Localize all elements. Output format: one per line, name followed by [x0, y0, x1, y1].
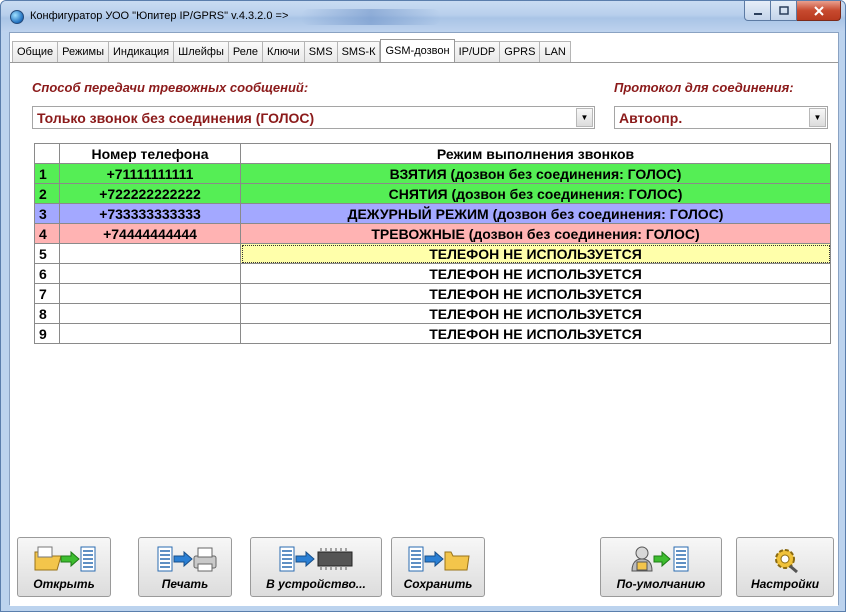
client-area: Общие Режимы Индикация Шлейфы Реле Ключи SMS SM…: [9, 32, 839, 606]
table-row[interactable]: 2 +722222222222 СНЯТИЯ (дозвон без соедине…: [34, 183, 831, 204]
call-mode-cell[interactable]: ТЕЛЕФОН НЕ ИСПОЛЬЗУЕТСЯ: [240, 283, 831, 304]
print-button[interactable]: Печать: [138, 537, 232, 597]
save-file-icon: [408, 546, 470, 572]
row-number-cell[interactable]: 8: [34, 303, 60, 324]
button-panel: Открыть Печать В устройство... Сохранить…: [10, 529, 838, 606]
tab-2[interactable]: Режимы: [58, 41, 109, 62]
maximize-icon: [778, 5, 789, 15]
window-title: Конфигуратор УОО "Юпитер IP/GPRS" v.4.3.…: [30, 10, 289, 22]
row-number-cell[interactable]: 7: [34, 283, 60, 304]
tab-5[interactable]: Реле: [228, 41, 263, 62]
method-select[interactable]: Только звонок без соединения (ГОЛОС) ▼: [32, 106, 595, 129]
phone-number-cell[interactable]: +733333333333: [59, 203, 241, 224]
protocol-label: Протокол для соединения:: [614, 80, 794, 95]
table-row[interactable]: 6 ТЕЛЕФОН НЕ ИСПОЛЬЗУЕТСЯ: [34, 263, 831, 284]
app-icon: [10, 10, 24, 24]
open-button-label: Открыть: [33, 577, 95, 591]
window-controls: [744, 1, 841, 21]
protocol-select-value: Автоопр.: [619, 110, 683, 126]
row-number-cell[interactable]: 1: [34, 163, 60, 184]
restore-defaults-icon: [631, 546, 689, 572]
save-button-label: Сохранить: [403, 577, 473, 591]
call-mode-cell[interactable]: ДЕЖУРНЫЙ РЕЖИМ (дозвон без соединения: Г…: [240, 203, 831, 224]
settings-button-label: Настройки: [750, 577, 820, 591]
phone-number-cell[interactable]: [59, 243, 241, 264]
header-num: [34, 143, 60, 164]
print-button-label: Печать: [161, 577, 209, 591]
open-file-icon: [34, 546, 96, 572]
call-mode-cell[interactable]: ТЕЛЕФОН НЕ ИСПОЛЬЗУЕТСЯ: [240, 323, 831, 344]
open-button[interactable]: Открыть: [17, 537, 111, 597]
title-glow: [301, 9, 441, 25]
row-number-cell[interactable]: 4: [34, 223, 60, 244]
app-window: Конфигуратор УОО "Юпитер IP/GPRS" v.4.3.…: [0, 0, 846, 612]
table-row[interactable]: 4 +74444444444 ТРЕВОЖНЫЕ (дозвон без соеди…: [34, 223, 831, 244]
write-to-device-icon: [279, 546, 353, 572]
tab-9[interactable]: GSM-дозвон: [380, 39, 455, 62]
table-header-row: Номер телефона Режим выполнения звонков: [34, 143, 831, 164]
tab-8[interactable]: SMS-К: [337, 41, 381, 62]
header-phone: Номер телефона: [59, 143, 241, 164]
row-number-cell[interactable]: 3: [34, 203, 60, 224]
tab-7[interactable]: SMS: [304, 41, 338, 62]
table-row[interactable]: 9 ТЕЛЕФОН НЕ ИСПОЛЬЗУЕТСЯ: [34, 323, 831, 344]
dropdown-arrow-icon[interactable]: ▼: [809, 108, 826, 127]
phone-number-cell[interactable]: [59, 263, 241, 284]
call-mode-cell[interactable]: СНЯТИЯ (дозвон без соединения: ГОЛОС): [240, 183, 831, 204]
tab-10[interactable]: IP/UDP: [454, 41, 501, 62]
protocol-select[interactable]: Автоопр. ▼: [614, 106, 828, 129]
table-row[interactable]: 8 ТЕЛЕФОН НЕ ИСПОЛЬЗУЕТСЯ: [34, 303, 831, 324]
table-row[interactable]: 3 +733333333333 ДЕЖУРНЫЙ РЕЖИМ (дозвон без…: [34, 203, 831, 224]
phone-table: Номер телефона Режим выполнения звонков …: [34, 143, 831, 344]
settings-gear-icon: [775, 549, 798, 574]
to-device-button[interactable]: В устройство...: [250, 537, 382, 597]
minimize-icon: [753, 12, 762, 15]
tab-1[interactable]: Общие: [12, 41, 59, 62]
close-icon: [813, 5, 824, 16]
tab-6[interactable]: Ключи: [263, 41, 305, 62]
phone-number-cell[interactable]: +71111111111: [59, 163, 241, 184]
maximize-button[interactable]: [771, 1, 797, 21]
phone-number-cell[interactable]: [59, 323, 241, 344]
dropdown-arrow-icon[interactable]: ▼: [576, 108, 593, 127]
title-bar[interactable]: Конфигуратор УОО "Юпитер IP/GPRS" v.4.3.…: [1, 1, 845, 32]
row-number-cell[interactable]: 2: [34, 183, 60, 204]
call-mode-cell[interactable]: ТЕЛЕФОН НЕ ИСПОЛЬЗУЕТСЯ: [240, 263, 831, 284]
header-mode: Режим выполнения звонков: [240, 143, 831, 164]
phone-number-cell[interactable]: +74444444444: [59, 223, 241, 244]
tab-3[interactable]: Индикация: [109, 41, 175, 62]
tab-11[interactable]: GPRS: [500, 41, 541, 62]
tab-strip: Общие Режимы Индикация Шлейфы Реле Ключи SMS SM…: [10, 39, 571, 62]
phone-number-cell[interactable]: [59, 283, 241, 304]
call-mode-cell[interactable]: ВЗЯТИЯ (дозвон без соединения: ГОЛОС): [240, 163, 831, 184]
to-device-button-label: В устройство...: [266, 577, 366, 591]
method-label: Способ передачи тревожных сообщений:: [32, 80, 309, 95]
row-number-cell[interactable]: 9: [34, 323, 60, 344]
settings-button[interactable]: Настройки: [736, 537, 834, 597]
tab-divider: [10, 62, 838, 63]
row-number-cell[interactable]: 6: [34, 263, 60, 284]
method-select-value: Только звонок без соединения (ГОЛОС): [37, 110, 315, 126]
minimize-button[interactable]: [744, 1, 771, 21]
call-mode-cell[interactable]: ТЕЛЕФОН НЕ ИСПОЛЬЗУЕТСЯ: [240, 303, 831, 324]
call-mode-cell[interactable]: ТЕЛЕФОН НЕ ИСПОЛЬЗУЕТСЯ: [240, 243, 831, 264]
print-icon: [157, 546, 217, 572]
table-row[interactable]: 1 +71111111111 ВЗЯТИЯ (дозвон без соединен…: [34, 163, 831, 184]
close-button[interactable]: [797, 1, 841, 21]
row-number-cell[interactable]: 5: [34, 243, 60, 264]
phone-number-cell[interactable]: [59, 303, 241, 324]
call-mode-cell[interactable]: ТРЕВОЖНЫЕ (дозвон без соединения: ГОЛОС): [240, 223, 831, 244]
table-row[interactable]: 5 ТЕЛЕФОН НЕ ИСПОЛЬЗУЕТСЯ: [34, 243, 831, 264]
tab-12[interactable]: LAN: [540, 41, 571, 62]
save-button[interactable]: Сохранить: [391, 537, 485, 597]
tab-4[interactable]: Шлейфы: [174, 41, 229, 62]
defaults-button[interactable]: По-умолчанию: [600, 537, 722, 597]
phone-number-cell[interactable]: +722222222222: [59, 183, 241, 204]
table-row[interactable]: 7 ТЕЛЕФОН НЕ ИСПОЛЬЗУЕТСЯ: [34, 283, 831, 304]
defaults-button-label: По-умолчанию: [616, 577, 706, 591]
